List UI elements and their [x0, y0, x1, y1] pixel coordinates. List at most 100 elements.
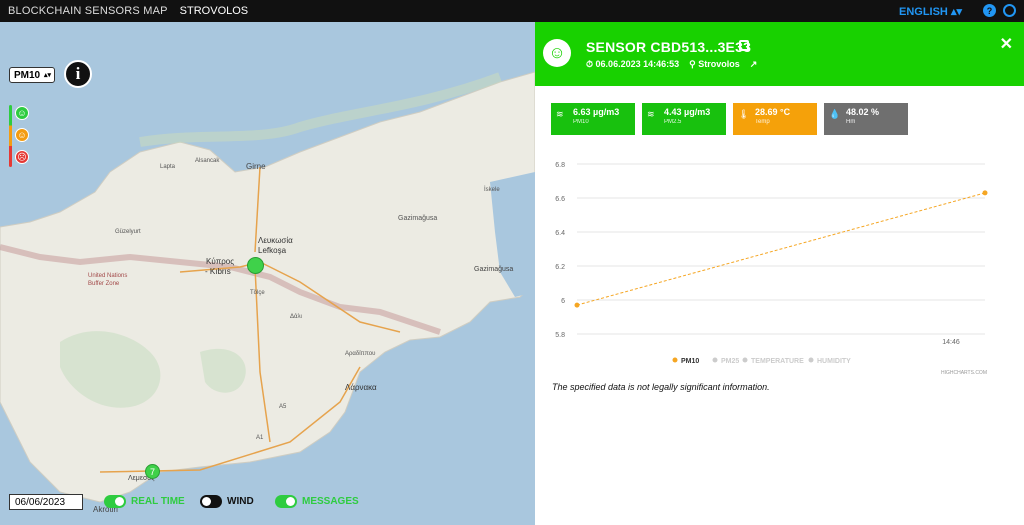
- theme-toggle-icon[interactable]: [1003, 4, 1016, 17]
- legend-item-humidity: HUMIDITY: [817, 358, 851, 365]
- pm25-label: PM2.5: [664, 119, 682, 125]
- map-label-dali: Δάλι: [290, 314, 302, 320]
- external-link-icon[interactable]: ↗: [750, 59, 758, 70]
- y-tick-label: 6: [561, 298, 565, 305]
- map-label-lapta: Lapta: [160, 164, 176, 170]
- y-tick-label: 5.8: [555, 332, 565, 339]
- y-tick-label: 6.2: [555, 264, 565, 271]
- location-title: STROVOLOS: [179, 5, 249, 17]
- map-label-a1: A1: [256, 435, 264, 441]
- map-label-guzelyurt: Güzelyurt: [115, 229, 141, 235]
- sensor-marker[interactable]: [247, 257, 264, 274]
- humidity-value: 48.02 %: [846, 107, 880, 117]
- good-status-face-icon: ☺: [543, 39, 571, 67]
- pin-icon: ⚲: [689, 59, 696, 69]
- sensor-location: Strovolos: [698, 59, 740, 69]
- sensor-timestamp: 06.06.2023 14:46:53: [595, 59, 680, 69]
- temperature-value: 28.69 °C: [755, 107, 791, 117]
- humidity-card: 💧 48.02 % Hm: [824, 103, 908, 135]
- help-icon[interactable]: ?: [983, 4, 996, 17]
- y-tick-label: 6.6: [555, 196, 565, 203]
- legend-item-pm25: PM25: [721, 358, 739, 365]
- location-group: ⚲ Strovolos: [689, 59, 740, 70]
- sensor-panel-header: ☺ SENSOR CBD513...3E33 ⏱ 06.06.2023 14:4…: [535, 22, 1024, 86]
- close-icon[interactable]: ✕: [1000, 34, 1013, 54]
- y-tick-label: 6.4: [555, 230, 565, 237]
- map-label-girne: Girne: [246, 162, 266, 171]
- map-label-aradippou: Αραδίππου: [345, 351, 376, 357]
- air-quality-legend-bar: [9, 105, 12, 167]
- pm-icon: ≋: [556, 109, 564, 119]
- realtime-toggle[interactable]: REAL TIME: [104, 495, 185, 508]
- pm10-card: ≋ 6.63 µg/m3 PM10: [551, 103, 635, 135]
- sensor-cluster-marker[interactable]: 7: [145, 464, 160, 479]
- realtime-switch[interactable]: [104, 495, 126, 508]
- chart-credits: HIGHCHARTS.COM: [941, 370, 987, 376]
- temperature-card: 🌡 28.69 °C Temp: [733, 103, 817, 135]
- legend-marker: [808, 357, 814, 363]
- map-label-tolce: Tölçe: [250, 290, 265, 296]
- pm10-data-point: [574, 302, 580, 308]
- pm25-card: ≋ 4.43 µg/m3 PM2.5: [642, 103, 726, 135]
- sensor-meta: ⏱ 06.06.2023 14:46:53 ⚲ Strovolos ↗: [586, 59, 757, 70]
- legend-marker: [672, 357, 678, 363]
- info-icon[interactable]: i: [64, 60, 92, 88]
- map-label-larnaka: Λάρνακα: [345, 383, 377, 392]
- wind-switch[interactable]: [200, 495, 222, 508]
- timestamp-group: ⏱ 06.06.2023 14:46:53: [586, 59, 679, 70]
- moderate-face-icon: ☺: [15, 128, 29, 142]
- select-arrow-icon: ▴▾: [43, 72, 51, 79]
- droplet-icon: 💧: [829, 109, 841, 119]
- wind-toggle[interactable]: WIND: [200, 495, 254, 508]
- map-label-gazimagusa-north: Gazimağusa: [398, 215, 438, 222]
- clock-icon: ⏱: [586, 59, 594, 69]
- messages-label: MESSAGES: [302, 496, 359, 507]
- legend-item-temperature: TEMPERATURE: [751, 358, 804, 365]
- sensor-detail-panel: ☺ SENSOR CBD513...3E33 ⏱ 06.06.2023 14:4…: [535, 22, 1024, 525]
- map-label-lefkosa: Lefkoşa: [258, 246, 287, 255]
- language-select[interactable]: ENGLISH ▴▾: [899, 5, 962, 18]
- pm-icon: ≋: [647, 109, 655, 119]
- pm25-value: 4.43 µg/m3: [664, 107, 711, 117]
- bad-face-icon: ☹: [15, 150, 29, 164]
- good-face-icon: ☺: [15, 106, 29, 120]
- map-label-kypros: Κύπρος: [206, 257, 235, 266]
- cluster-count: 7: [149, 466, 155, 477]
- legend-marker: [712, 357, 718, 363]
- pm10-series-line: [576, 192, 986, 306]
- disclaimer-text: The specified data is not legally signif…: [552, 382, 770, 392]
- map-label-iskele: İskele: [484, 187, 500, 193]
- pm10-label: PM10: [573, 119, 589, 125]
- pollutant-select[interactable]: PM10 ▴▾: [9, 67, 55, 83]
- temperature-label: Temp: [755, 119, 770, 125]
- map-label-gazimagusa: Gazimağusa: [474, 266, 514, 273]
- pm10-data-point: [982, 190, 988, 196]
- sensor-line-chart: 6.8 6.6 6.4 6.2 6 5.8 14:46 PM10 PM25 TEMPERATURE…: [555, 162, 988, 376]
- legend-marker: [742, 357, 748, 363]
- thermometer-icon: 🌡: [738, 109, 750, 119]
- messages-switch[interactable]: [275, 495, 297, 508]
- realtime-label: REAL TIME: [131, 496, 185, 507]
- messages-toggle[interactable]: MESSAGES: [275, 495, 359, 508]
- map-view[interactable]: Girne Alsancak Lapta Λευκωσία Lefkoşa Κύ…: [0, 22, 535, 525]
- map-label-lefkosia: Λευκωσία: [258, 236, 293, 245]
- pollutant-select-value: PM10: [14, 69, 41, 81]
- x-tick-label: 14:46: [942, 339, 960, 346]
- map-label-buffer-zone: United Nations Buffer Zone: [88, 273, 128, 287]
- copy-icon[interactable]: [739, 40, 749, 51]
- humidity-label: Hm: [846, 119, 856, 125]
- map-canvas: [0, 22, 535, 525]
- measurement-cards: ≋ 6.63 µg/m3 PM10 ≋ 4.43 µg/m3 PM2.5 🌡 2…: [551, 103, 908, 135]
- sensor-title: SENSOR CBD513...3E33: [586, 39, 752, 55]
- language-label: ENGLISH: [898, 6, 948, 18]
- map-label-kibris: - Kıbrıs: [205, 267, 231, 276]
- legend-item-pm10: PM10: [681, 358, 699, 365]
- date-picker-input[interactable]: 06/06/2023: [9, 494, 83, 510]
- map-label-a5: A5: [279, 404, 287, 410]
- app-title[interactable]: BLOCKCHAIN SENSORS MAP: [8, 5, 168, 17]
- map-label-alsancak: Alsancak: [195, 158, 220, 164]
- pm10-value: 6.63 µg/m3: [573, 107, 620, 117]
- top-bar: BLOCKCHAIN SENSORS MAP STROVOLOS ENGLISH…: [0, 0, 1024, 22]
- y-tick-label: 6.8: [555, 162, 565, 169]
- wind-label: WIND: [227, 496, 254, 507]
